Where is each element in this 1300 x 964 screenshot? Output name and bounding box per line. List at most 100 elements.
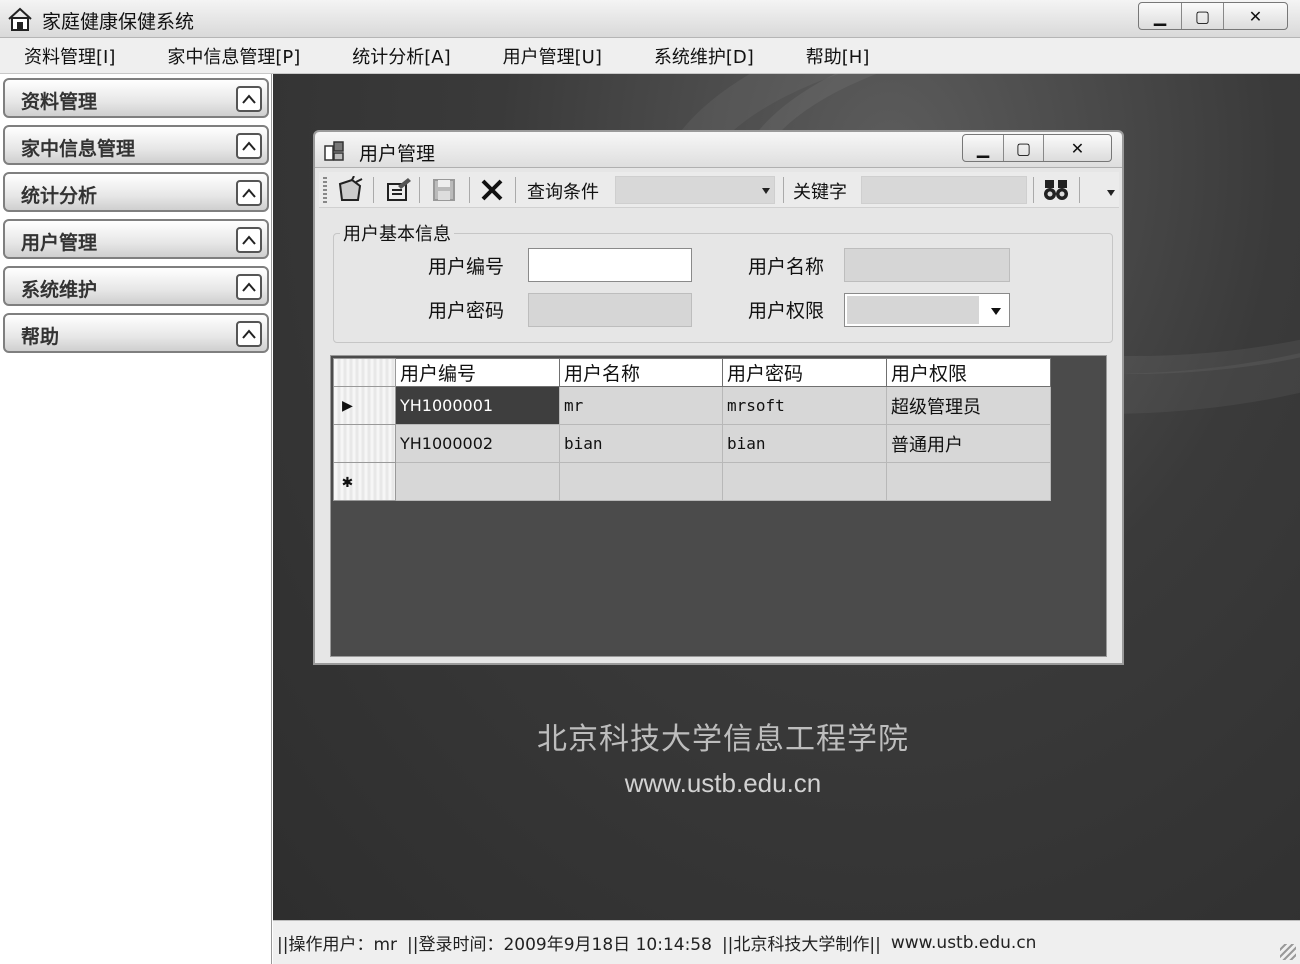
child-window-controls: ▁ ▢ ✕: [962, 134, 1112, 162]
menu-home-info[interactable]: 家中信息管理[P]: [157, 41, 310, 71]
keyword-label: 关键字: [793, 182, 847, 203]
close-button[interactable]: ✕: [1223, 3, 1287, 29]
edit-icon: [387, 178, 411, 201]
cell-user-id[interactable]: YH1000002: [395, 424, 560, 463]
cell-user-id[interactable]: YH1000001: [395, 386, 560, 425]
password-label: 用户密码: [428, 300, 505, 322]
menu-data-management[interactable]: 资料管理[I]: [14, 41, 125, 71]
sidebar-item-user-management[interactable]: 用户管理: [3, 219, 269, 259]
delete-button[interactable]: [477, 175, 507, 205]
user-id-input[interactable]: [528, 248, 692, 282]
child-maximize-button[interactable]: ▢: [1003, 135, 1043, 161]
close-icon: ✕: [1248, 6, 1263, 26]
toolbar-overflow-icon[interactable]: [1107, 190, 1115, 196]
child-window-title-bar: 用户管理 ▁ ▢ ✕: [315, 132, 1122, 168]
close-icon: ✕: [1070, 138, 1085, 158]
resize-grip-icon[interactable]: [1280, 944, 1296, 960]
cell-permission[interactable]: 超级管理员: [886, 386, 1051, 425]
toolbar-separator: [419, 177, 420, 203]
toolbar-grip[interactable]: [323, 177, 327, 203]
row-header[interactable]: [333, 424, 396, 463]
row-marker: [334, 425, 395, 462]
keyword-input[interactable]: [861, 176, 1027, 204]
chevron-up-icon[interactable]: [236, 180, 262, 206]
user-name-input[interactable]: [844, 248, 1010, 282]
search-button[interactable]: [1041, 175, 1071, 205]
menu-user-management[interactable]: 用户管理[U]: [493, 41, 612, 71]
chevron-up-icon[interactable]: [236, 321, 262, 347]
school-url: www.ustb.edu.cn: [624, 768, 822, 798]
permission-label: 用户权限: [748, 300, 825, 322]
sidebar-item-help[interactable]: 帮助: [3, 313, 269, 353]
delete-icon: [481, 179, 503, 201]
dropdown-arrow-icon: [991, 308, 1001, 315]
query-condition-select[interactable]: [615, 176, 775, 204]
chevron-up-icon[interactable]: [236, 86, 262, 112]
child-close-button[interactable]: ✕: [1043, 135, 1111, 161]
chevron-up-icon[interactable]: [236, 227, 262, 253]
dropdown-arrow-icon: [762, 188, 770, 194]
query-condition-label: 查询条件: [527, 182, 599, 203]
save-button[interactable]: [429, 175, 459, 205]
user-data-grid: 用户编号 用户名称 用户密码 用户权限 ▶ YH1000001 mr mrsof…: [330, 355, 1107, 657]
column-header-password[interactable]: 用户密码: [722, 358, 887, 387]
chevron-up-icon[interactable]: [236, 274, 262, 300]
new-row[interactable]: ✱: [333, 462, 1051, 501]
user-management-window: 用户管理 ▁ ▢ ✕ 查询条件 关键字 用户基本信息 用户编号 用户名称 用户密…: [313, 130, 1124, 665]
add-button[interactable]: [335, 175, 365, 205]
sidebar-item-statistics[interactable]: 统计分析: [3, 172, 269, 212]
minimize-icon: ▁: [1153, 6, 1167, 26]
cell-password[interactable]: mrsoft: [722, 386, 887, 425]
minimize-icon: ▁: [976, 138, 990, 158]
sidebar-item-label: 帮助: [21, 326, 60, 348]
toolbar-separator: [373, 177, 374, 203]
maximize-button[interactable]: ▢: [1181, 3, 1223, 29]
row-header[interactable]: ✱: [333, 462, 396, 501]
grid-table: 用户编号 用户名称 用户密码 用户权限 ▶ YH1000001 mr mrsof…: [333, 358, 1051, 501]
window-form-icon: [324, 141, 344, 161]
table-row[interactable]: YH1000002 bian bian 普通用户: [333, 424, 1051, 463]
password-input[interactable]: [528, 293, 692, 327]
current-row-arrow-icon: ▶: [342, 395, 353, 416]
school-name: 北京科技大学信息工程学院: [537, 722, 909, 757]
menu-statistics[interactable]: 统计分析[A]: [342, 41, 460, 71]
edit-button[interactable]: [383, 175, 413, 205]
new-row-asterisk-icon: ✱: [342, 471, 353, 492]
status-bar: ||操作用户：mr ||登录时间：2009年9月18日 10:14:58 ||北…: [273, 920, 1300, 964]
new-cell-password[interactable]: [722, 462, 887, 501]
new-cell-user-name[interactable]: [559, 462, 723, 501]
child-toolbar: 查询条件 关键字: [319, 172, 1119, 208]
toolbar-separator: [1079, 177, 1080, 203]
home-icon: [8, 7, 32, 31]
sidebar-item-label: 统计分析: [21, 185, 98, 207]
cell-permission[interactable]: 普通用户: [886, 424, 1051, 463]
cell-password[interactable]: bian: [722, 424, 887, 463]
add-icon: [338, 176, 363, 201]
child-minimize-button[interactable]: ▁: [963, 135, 1003, 161]
permission-select[interactable]: [844, 293, 1010, 327]
chevron-up-icon[interactable]: [236, 133, 262, 159]
toolbar-separator: [469, 177, 470, 203]
sidebar-item-data-management[interactable]: 资料管理: [3, 78, 269, 118]
row-header[interactable]: ▶: [333, 386, 396, 425]
maximize-icon: ▢: [1015, 138, 1032, 158]
status-login-time: ||登录时间：2009年9月18日 10:14:58: [407, 935, 712, 955]
column-header-user-name[interactable]: 用户名称: [559, 358, 723, 387]
row-header-corner[interactable]: [333, 358, 396, 387]
column-header-user-id[interactable]: 用户编号: [395, 358, 560, 387]
groupbox-title: 用户基本信息: [340, 220, 454, 246]
sidebar-item-home-info[interactable]: 家中信息管理: [3, 125, 269, 165]
status-url: www.ustb.edu.cn: [890, 932, 1037, 953]
column-header-permission[interactable]: 用户权限: [886, 358, 1051, 387]
new-cell-permission[interactable]: [886, 462, 1051, 501]
minimize-button[interactable]: ▁: [1139, 3, 1181, 29]
cell-user-name[interactable]: mr: [559, 386, 723, 425]
main-title-bar: 家庭健康保健系统 ▁ ▢ ✕: [0, 0, 1300, 38]
new-cell-user-id[interactable]: [395, 462, 560, 501]
menu-help[interactable]: 帮助[H]: [796, 41, 880, 71]
maximize-icon: ▢: [1194, 6, 1211, 26]
table-row[interactable]: ▶ YH1000001 mr mrsoft 超级管理员: [333, 386, 1051, 425]
menu-system-maintenance[interactable]: 系统维护[D]: [644, 41, 764, 71]
sidebar-item-system-maintenance[interactable]: 系统维护: [3, 266, 269, 306]
cell-user-name[interactable]: bian: [559, 424, 723, 463]
